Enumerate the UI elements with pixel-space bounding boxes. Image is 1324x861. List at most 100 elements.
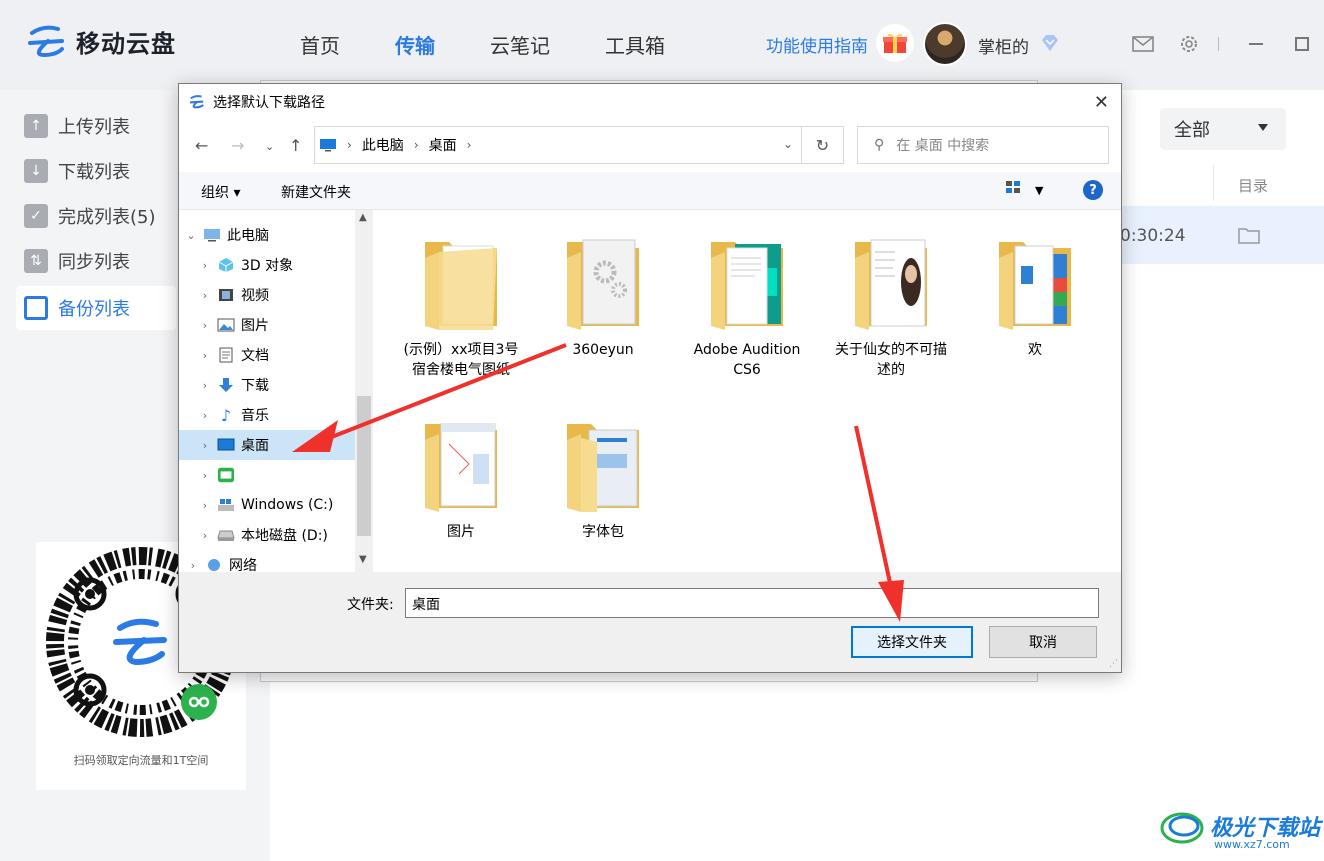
folder-item[interactable]: Adobe Audition CS6: [687, 232, 807, 380]
tree-item-pictures[interactable]: › 图片: [179, 310, 355, 340]
tree-item-label: 桌面: [241, 438, 269, 454]
sidebar-item-label: 上传列表: [58, 117, 130, 138]
chevron-right-icon[interactable]: ›: [193, 289, 217, 302]
nav-transfer[interactable]: 传输: [395, 30, 435, 59]
nav-toolbox[interactable]: 工具箱: [605, 30, 665, 59]
up-arrow-icon[interactable]: ↑: [289, 136, 302, 155]
search-icon: ⚲: [874, 137, 885, 153]
nav-cloud-notes[interactable]: 云笔记: [490, 30, 550, 59]
help-icon[interactable]: ?: [1083, 180, 1103, 200]
scroll-down-icon[interactable]: ▼: [359, 554, 367, 565]
cloud-logo-icon: [189, 95, 204, 109]
divider: [1218, 37, 1219, 51]
folder-item[interactable]: 360eyun: [543, 232, 663, 360]
tree-item-3d-objects[interactable]: › 3D 对象: [179, 250, 355, 280]
folder-icon[interactable]: [1238, 226, 1260, 244]
network-icon: [205, 557, 223, 572]
sidebar-item-download[interactable]: ↓ 下载列表: [16, 149, 176, 193]
tree-item-desktop[interactable]: › 桌面: [179, 430, 355, 460]
chevron-right-icon[interactable]: ›: [193, 499, 217, 512]
chevron-right-icon[interactable]: ›: [193, 379, 217, 392]
tree-item-videos[interactable]: › 视频: [179, 280, 355, 310]
resize-grip-icon[interactable]: ⋰: [1109, 659, 1118, 669]
tree-item-this-pc[interactable]: ⌄ 此电脑: [179, 220, 355, 250]
search-placeholder: 在 桌面 中搜索: [896, 138, 990, 154]
tree-item-music[interactable]: › ♪ 音乐: [179, 400, 355, 430]
mail-icon[interactable]: [1126, 32, 1160, 56]
chevron-down-icon[interactable]: ⌄: [179, 229, 203, 242]
tree-item-label: 3D 对象: [241, 258, 294, 274]
chevron-right-icon[interactable]: ›: [181, 559, 205, 572]
search-input[interactable]: ⚲ 在 桌面 中搜索: [857, 126, 1109, 164]
window-controls: [1126, 32, 1324, 56]
folder-icon: [705, 232, 789, 336]
maximize-icon[interactable]: [1285, 32, 1319, 56]
tree-item-drive-d[interactable]: › 本地磁盘 (D:): [179, 520, 355, 550]
folder-input[interactable]: 桌面: [405, 588, 1099, 618]
scrollbar-thumb[interactable]: [357, 396, 371, 536]
refresh-icon[interactable]: ↻: [801, 127, 843, 163]
column-divider: [1213, 165, 1214, 201]
tree-item-network[interactable]: › 网络: [179, 550, 355, 572]
tree-item-label: 网络: [229, 558, 257, 572]
file-name: Adobe Audition CS6: [693, 342, 801, 378]
caret-down-icon: [1258, 124, 1268, 131]
sidebar-item-sync[interactable]: ⇅ 同步列表: [16, 239, 176, 283]
address-bar[interactable]: › 此电脑 › 桌面 › ⌄ ↻: [314, 126, 844, 164]
tree-item-drive-c[interactable]: › Windows (C:): [179, 490, 355, 520]
watermark-url: www.xz7.com: [1214, 838, 1290, 851]
tree-item-iqiyi[interactable]: ›: [179, 460, 355, 490]
breadcrumb-this-pc[interactable]: 此电脑: [362, 135, 404, 155]
row-time: 0:30:24: [1120, 226, 1186, 246]
breadcrumb-desktop[interactable]: 桌面: [429, 135, 457, 155]
sidebar-item-backup[interactable]: 备份列表: [16, 286, 176, 330]
chevron-right-icon[interactable]: ›: [193, 439, 217, 452]
avatar[interactable]: [923, 22, 967, 66]
check-icon: ✓: [24, 204, 48, 228]
username[interactable]: 掌柜的: [978, 33, 1029, 58]
select-folder-button[interactable]: 选择文件夹: [851, 626, 973, 658]
tree-item-label: Windows (C:): [241, 497, 334, 513]
app-logo: 移动云盘: [28, 24, 176, 59]
folder-item[interactable]: 欢: [975, 232, 1095, 360]
view-dropdown-icon[interactable]: ▼: [1035, 184, 1043, 197]
new-folder-button[interactable]: 新建文件夹: [281, 182, 351, 202]
sync-icon: ⇅: [24, 249, 48, 273]
forward-arrow-icon[interactable]: →: [231, 136, 244, 155]
nav-home[interactable]: 首页: [300, 30, 340, 59]
tree-item-documents[interactable]: › 文档: [179, 340, 355, 370]
organize-menu[interactable]: 组织 ▾: [201, 182, 240, 202]
back-arrow-icon[interactable]: ←: [195, 136, 208, 155]
scroll-up-icon[interactable]: ▲: [359, 212, 367, 223]
chevron-right-icon[interactable]: ›: [193, 319, 217, 332]
music-icon: ♪: [220, 405, 232, 425]
folder-item[interactable]: (示例）xx项目3号宿舍楼电气图纸: [401, 232, 521, 380]
tree-scrollbar[interactable]: ▲ ▼: [355, 210, 373, 572]
view-options-icon[interactable]: [1005, 180, 1021, 198]
chevron-right-icon[interactable]: ›: [193, 349, 217, 362]
filter-dropdown[interactable]: 全部: [1160, 108, 1286, 150]
close-icon[interactable]: ✕: [1094, 92, 1109, 113]
tree-item-downloads[interactable]: › 下载: [179, 370, 355, 400]
chevron-right-icon[interactable]: ›: [193, 529, 217, 542]
folder-item[interactable]: 关于仙女的不可描述的: [831, 232, 951, 380]
minimize-icon[interactable]: [1239, 32, 1273, 56]
chevron-right-icon[interactable]: ›: [193, 469, 217, 482]
folder-icon: [849, 232, 933, 336]
cancel-button[interactable]: 取消: [989, 626, 1097, 658]
drive-c-icon: [217, 497, 235, 513]
recent-dropdown-icon[interactable]: ⌄: [265, 140, 274, 153]
chevron-down-icon[interactable]: ⌄: [783, 137, 793, 151]
folder-item[interactable]: 图片: [401, 414, 521, 542]
sidebar-item-upload[interactable]: ↑ 上传列表: [16, 104, 176, 148]
folder-field-label: 文件夹:: [347, 597, 394, 613]
folder-item[interactable]: 字体包: [543, 414, 663, 542]
feature-guide-link[interactable]: 功能使用指南: [766, 32, 868, 57]
chevron-right-icon[interactable]: ›: [193, 409, 217, 422]
gift-icon[interactable]: [876, 24, 914, 62]
documents-icon: [217, 347, 235, 363]
chevron-right-icon[interactable]: ›: [193, 259, 217, 272]
gear-icon[interactable]: [1172, 32, 1206, 56]
sidebar-item-label: 同步列表: [58, 252, 130, 273]
sidebar-item-completed[interactable]: ✓ 完成列表(5): [16, 194, 176, 238]
